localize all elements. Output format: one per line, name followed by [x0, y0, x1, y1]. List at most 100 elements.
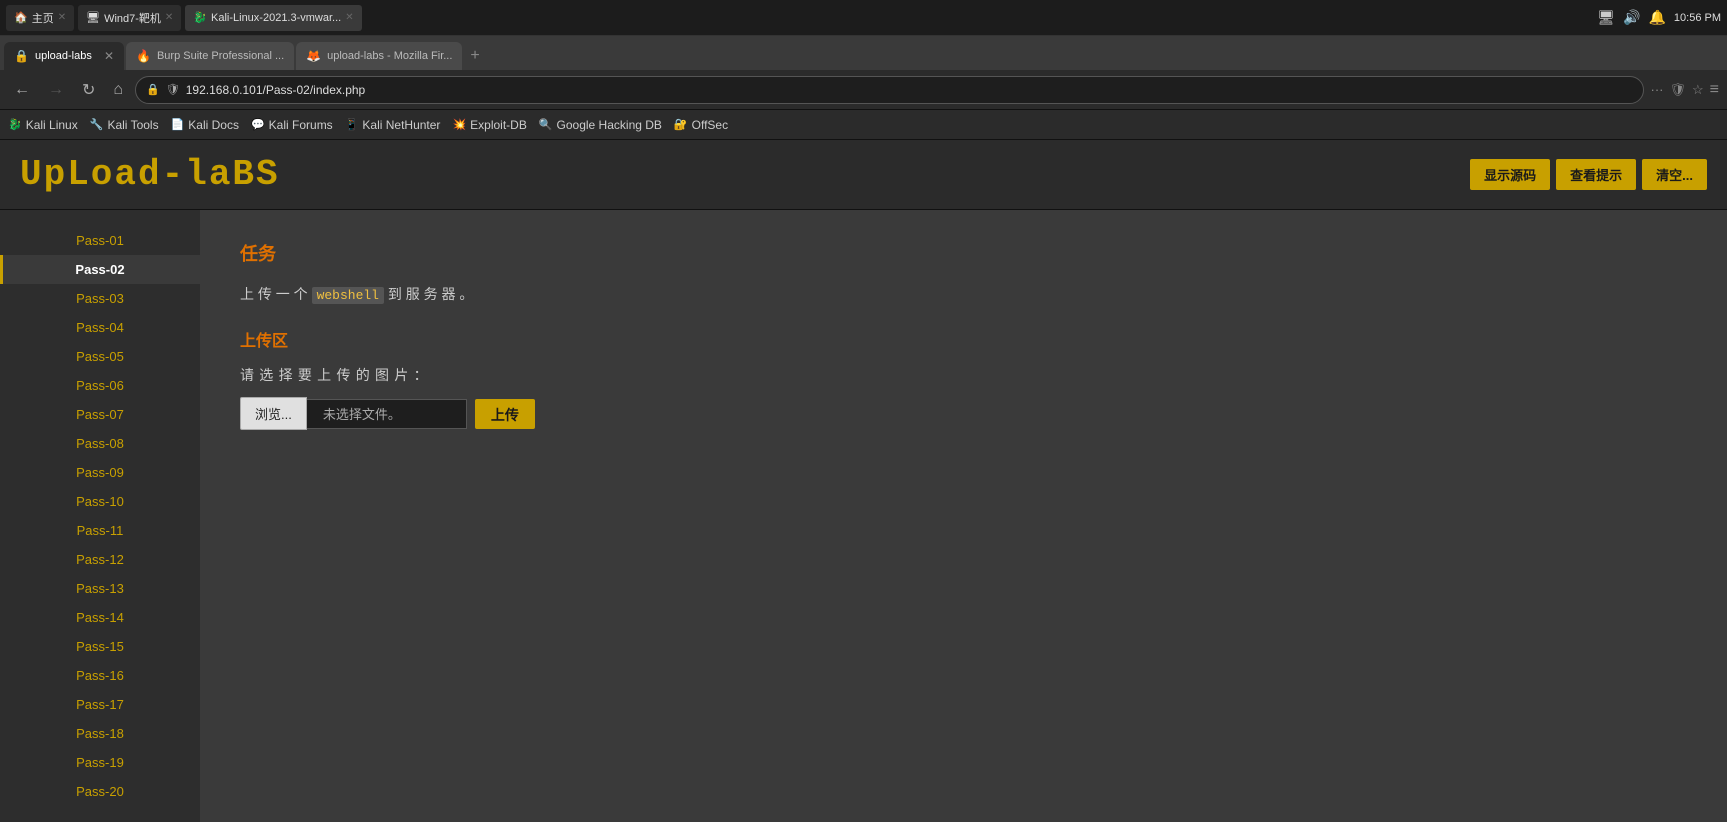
sidebar-item-pass20[interactable]: Pass-20 — [0, 777, 200, 806]
system-tray: 🖥 🔊 🔔 — [1597, 9, 1666, 26]
back-button[interactable]: ← — [8, 77, 36, 103]
reload-button[interactable]: ↻ — [76, 76, 101, 104]
new-tab-button[interactable]: + — [464, 42, 485, 70]
sidebar-item-pass05[interactable]: Pass-05 — [0, 342, 200, 371]
kali-icon: 🐉 — [193, 11, 207, 24]
google-hacking-icon: 🔍 — [539, 118, 553, 131]
sidebar-item-pass14[interactable]: Pass-14 — [0, 603, 200, 632]
monitor-icon: 🖥 — [1597, 9, 1615, 26]
bookmarks-bar: 🐉 Kali Linux 🔧 Kali Tools 📄 Kali Docs 💬 … — [0, 110, 1727, 140]
tab-close-button[interactable]: ✕ — [104, 49, 114, 63]
upload-controls: 浏览... 未选择文件。 上传 — [240, 397, 1687, 430]
url-text: 192.168.0.101/Pass-02/index.php — [186, 83, 1634, 97]
computer-icon: 🖥 — [86, 11, 100, 24]
home-button[interactable]: ⌂ — [107, 77, 129, 103]
browser-tab-upload-labs[interactable]: 🔒 upload-labs ✕ — [4, 42, 124, 70]
sidebar-item-pass19[interactable]: Pass-19 — [0, 748, 200, 777]
bookmark-exploit-db[interactable]: 💥 Exploit-DB — [452, 118, 526, 132]
bookmark-label: OffSec — [692, 118, 728, 132]
notification-icon: 🔔 — [1648, 9, 1665, 26]
sidebar-item-pass10[interactable]: Pass-10 — [0, 487, 200, 516]
browser-toolbar: ← → ↻ ⌂ 🔒 🛡 192.168.0.101/Pass-02/index.… — [0, 70, 1727, 110]
kali-tools-icon: 🔧 — [90, 118, 104, 131]
bookmark-kali-tools[interactable]: 🔧 Kali Tools — [90, 118, 159, 132]
bookmark-kali-docs[interactable]: 📄 Kali Docs — [171, 118, 239, 132]
sidebar-item-pass16[interactable]: Pass-16 — [0, 661, 200, 690]
sidebar-item-pass08[interactable]: Pass-08 — [0, 429, 200, 458]
volume-icon: 🔊 — [1623, 9, 1640, 26]
bookmark-icon[interactable]: 🛡 — [1669, 82, 1686, 98]
sidebar-item-pass02[interactable]: Pass-02 — [0, 255, 200, 284]
sidebar-item-pass15[interactable]: Pass-15 — [0, 632, 200, 661]
os-clock: 🖥 🔊 🔔 10:56 PM — [1597, 9, 1721, 26]
tab-label: Burp Suite Professional ... — [157, 50, 284, 62]
taskbar-item-kali[interactable]: 🐉 Kali-Linux-2021.3-vmwar... ✕ — [185, 5, 361, 31]
offsec-icon: 🔐 — [674, 118, 688, 131]
sidebar-toggle-icon[interactable]: ≡ — [1710, 81, 1719, 99]
bookmark-kali-linux[interactable]: 🐉 Kali Linux — [8, 118, 78, 132]
browser-tab-burp[interactable]: 🔥 Burp Suite Professional ... — [126, 42, 294, 70]
upload-file-label: 请 选 择 要 上 传 的 图 片 ： — [240, 365, 1687, 385]
main-layout: Pass-01 Pass-02 Pass-03 Pass-04 Pass-05 … — [0, 210, 1727, 822]
kali-linux-icon: 🐉 — [8, 118, 22, 131]
file-name-display: 未选择文件。 — [307, 399, 467, 429]
tab-favicon: 🦊 — [306, 49, 321, 63]
task-code: webshell — [312, 287, 384, 304]
bookmark-kali-nethunter[interactable]: 📱 Kali NetHunter — [345, 118, 441, 132]
bookmark-label: Kali Forums — [269, 118, 333, 132]
taskbar-item-label: Kali-Linux-2021.3-vmwar... — [211, 12, 341, 24]
sidebar-item-pass06[interactable]: Pass-06 — [0, 371, 200, 400]
more-options-icon[interactable]: ··· — [1650, 82, 1663, 97]
sidebar-item-pass12[interactable]: Pass-12 — [0, 545, 200, 574]
task-desc-suffix: 到 服 务 器 。 — [388, 286, 474, 302]
kali-docs-icon: 📄 — [171, 118, 185, 131]
sidebar-item-pass04[interactable]: Pass-04 — [0, 313, 200, 342]
sidebar-item-pass07[interactable]: Pass-07 — [0, 400, 200, 429]
browser-chrome: 🔒 upload-labs ✕ 🔥 Burp Suite Professiona… — [0, 36, 1727, 140]
sidebar-item-pass03[interactable]: Pass-03 — [0, 284, 200, 313]
taskbar-item-label: Wind7-靶机 — [104, 10, 161, 26]
sidebar-item-pass18[interactable]: Pass-18 — [0, 719, 200, 748]
sidebar-item-pass09[interactable]: Pass-09 — [0, 458, 200, 487]
bookmark-offsec[interactable]: 🔐 OffSec — [674, 118, 728, 132]
site-header-buttons: 显示源码 查看提示 清空... — [1470, 159, 1707, 190]
tab-favicon: 🔥 — [136, 49, 151, 63]
site-header: UpLoad-laBS 显示源码 查看提示 清空... — [0, 140, 1727, 210]
tab-favicon: 🔒 — [14, 49, 29, 63]
bookmark-label: Kali NetHunter — [362, 118, 440, 132]
kali-nethunter-icon: 📱 — [345, 118, 359, 131]
clear-button[interactable]: 清空... — [1642, 159, 1707, 190]
sidebar-item-pass01[interactable]: Pass-01 — [0, 226, 200, 255]
lock-icon: 🛡 — [166, 83, 180, 96]
bookmark-label: Kali Docs — [188, 118, 239, 132]
forward-button[interactable]: → — [42, 77, 70, 103]
bookmark-label: Kali Linux — [26, 118, 78, 132]
os-taskbar: 🏠 主页 ✕ 🖥 Wind7-靶机 ✕ 🐉 Kali-Linux-2021.3-… — [0, 0, 1727, 36]
tab-label: upload-labs — [35, 50, 92, 62]
upload-submit-button[interactable]: 上传 — [475, 399, 535, 429]
sidebar-item-pass13[interactable]: Pass-13 — [0, 574, 200, 603]
browser-tabs: 🔒 upload-labs ✕ 🔥 Burp Suite Professiona… — [0, 36, 1727, 70]
home-icon: 🏠 — [14, 11, 28, 24]
bookmark-google-hacking[interactable]: 🔍 Google Hacking DB — [539, 118, 662, 132]
taskbar-item-label: 主页 — [32, 10, 54, 26]
browser-tab-firefox[interactable]: 🦊 upload-labs - Mozilla Fir... — [296, 42, 462, 70]
sidebar-item-pass17[interactable]: Pass-17 — [0, 690, 200, 719]
view-hints-button[interactable]: 查看提示 — [1556, 159, 1636, 190]
clock-display: 10:56 PM — [1674, 12, 1721, 24]
task-desc-prefix: 上 传 一 个 — [240, 286, 308, 302]
sidebar: Pass-01 Pass-02 Pass-03 Pass-04 Pass-05 … — [0, 210, 200, 822]
kali-forums-icon: 💬 — [251, 118, 265, 131]
taskbar-item-wind7[interactable]: 🖥 Wind7-靶机 ✕ — [78, 5, 181, 31]
upload-zone-title: 上传区 — [240, 327, 1687, 351]
show-source-button[interactable]: 显示源码 — [1470, 159, 1550, 190]
bookmark-kali-forums[interactable]: 💬 Kali Forums — [251, 118, 333, 132]
sidebar-item-pass11[interactable]: Pass-11 — [0, 516, 200, 545]
taskbar-item-home[interactable]: 🏠 主页 ✕ — [6, 5, 74, 31]
exploit-db-icon: 💥 — [452, 118, 466, 131]
bookmark-label: Exploit-DB — [470, 118, 527, 132]
address-bar[interactable]: 🔒 🛡 192.168.0.101/Pass-02/index.php — [135, 76, 1644, 104]
page-wrapper: UpLoad-laBS 显示源码 查看提示 清空... Pass-01 Pass… — [0, 140, 1727, 822]
file-browse-button[interactable]: 浏览... — [240, 397, 307, 430]
star-icon[interactable]: ☆ — [1692, 82, 1704, 98]
